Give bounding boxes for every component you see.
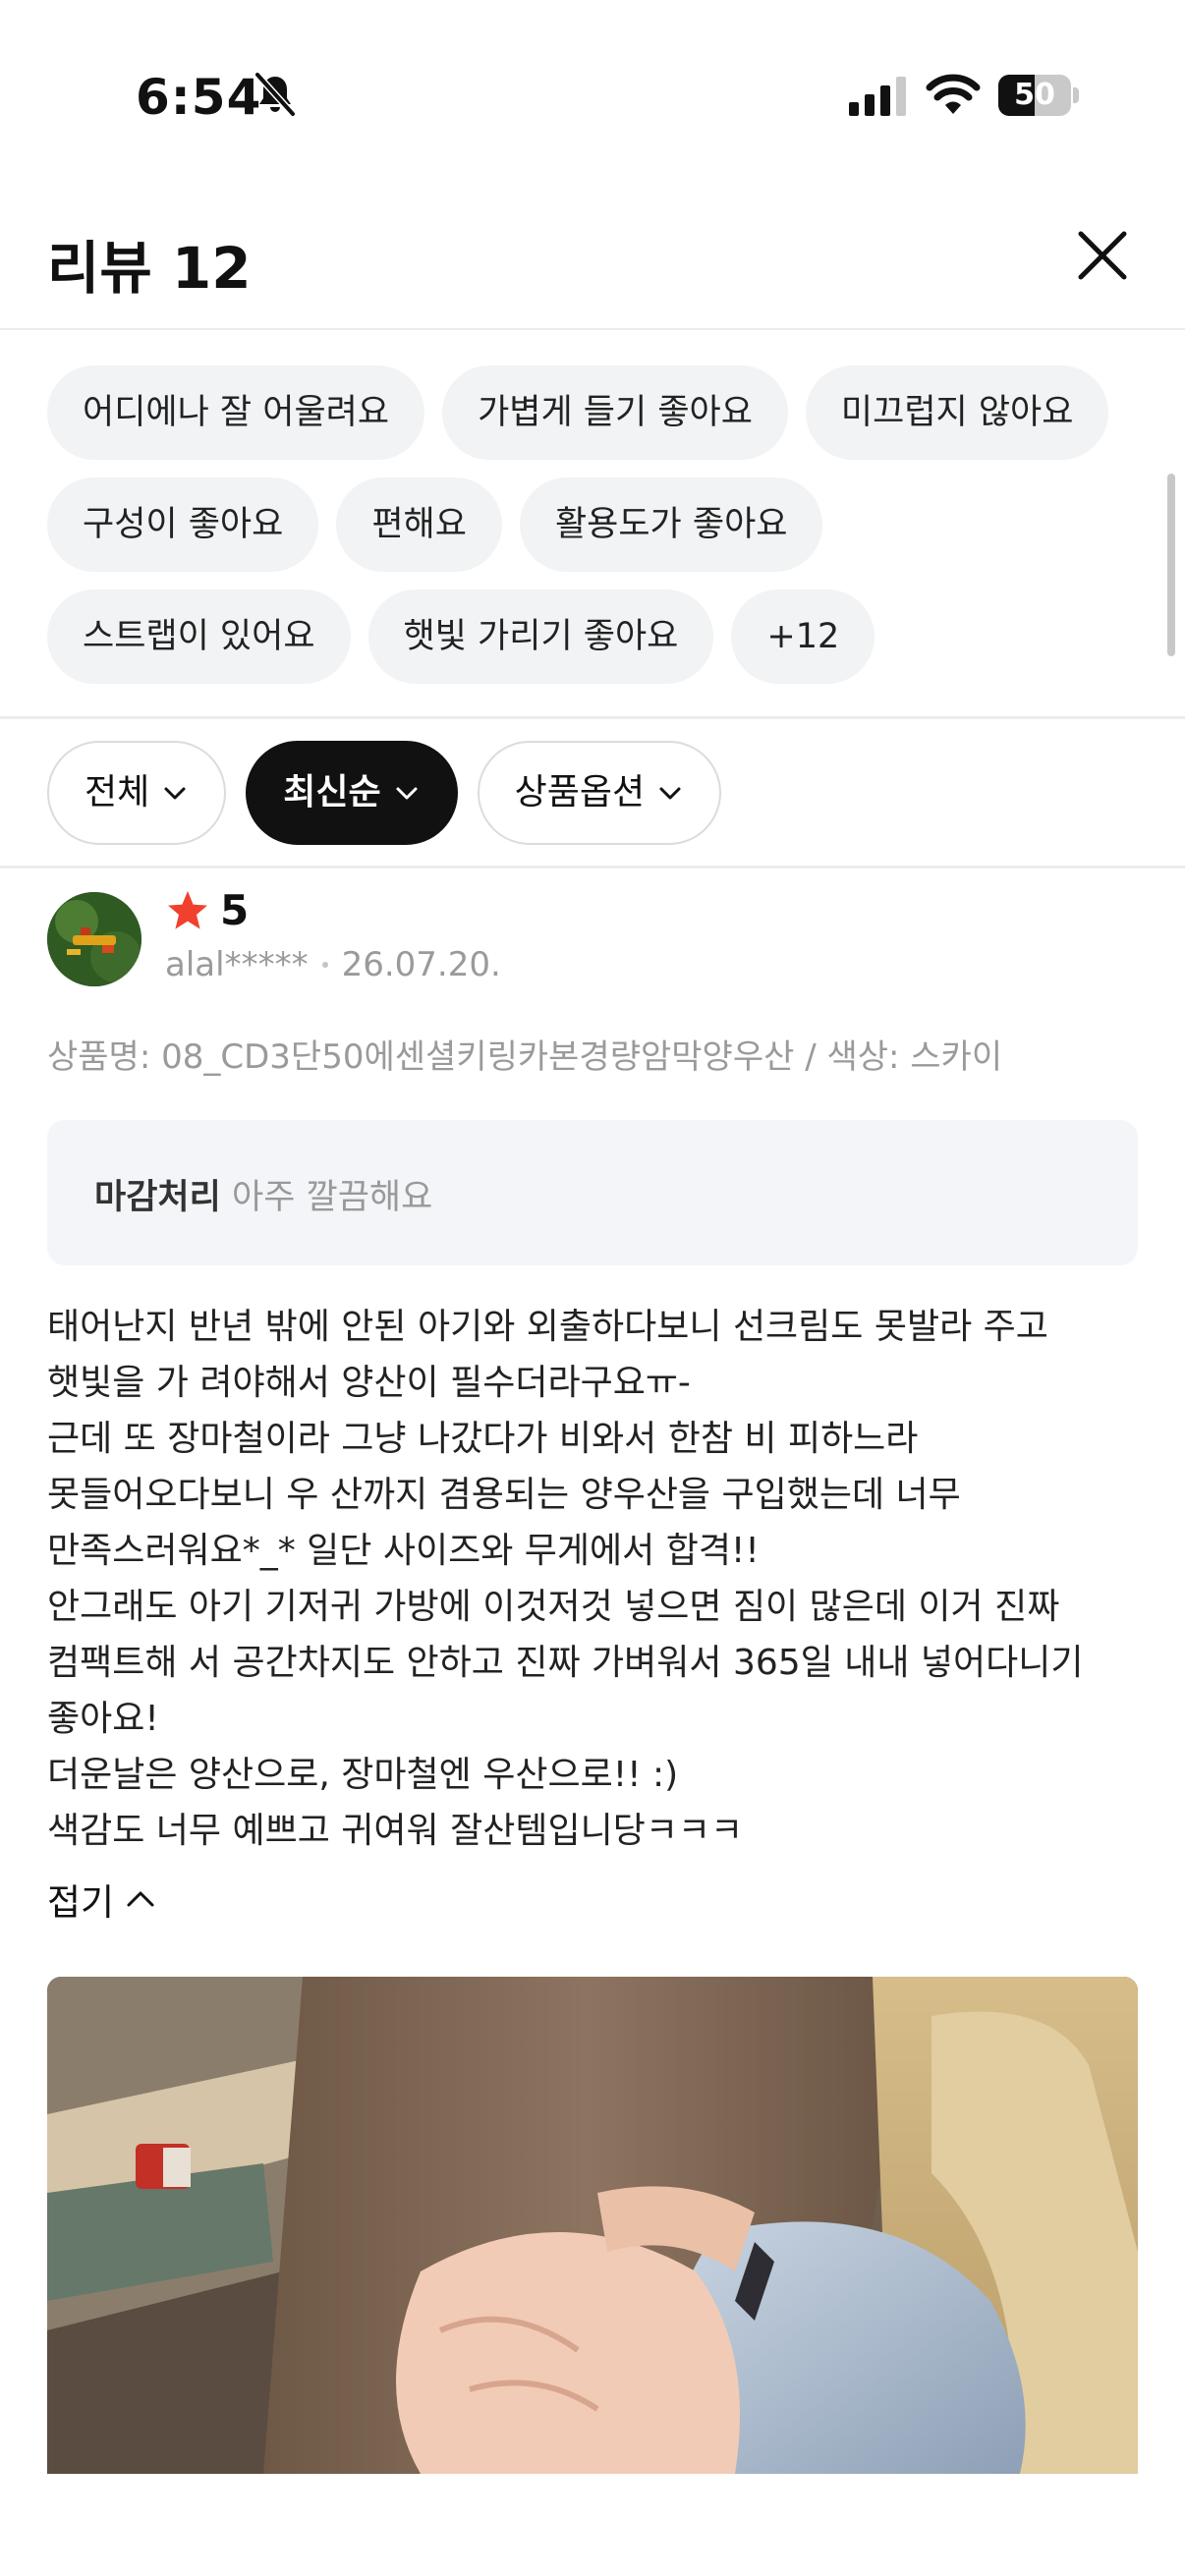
- keyword-chip[interactable]: 구성이 좋아요: [47, 477, 319, 572]
- filter-all-label: 전체: [85, 772, 150, 812]
- keyword-chips: 어디에나 잘 어울려요 가볍게 들기 좋아요 미끄럽지 않아요 구성이 좋아요 …: [47, 365, 1128, 684]
- product-option-button[interactable]: 상품옵션: [477, 741, 722, 845]
- review-text-line: 태어난지 반년 밖에 안된 아기와 외출하다보니 선크림도 못발라 주고: [47, 1307, 1048, 1347]
- chevron-down-icon: [164, 787, 186, 800]
- review-text-line: 만족스러워요*_* 일단 사이즈와 무게에서 합격!!: [47, 1531, 760, 1571]
- status-time: 6:54: [136, 69, 262, 126]
- review-photo-image: [47, 1977, 1138, 2474]
- review-text-line: 햇빛을 가 려야해서 양산이 필수더라구요ㅠ-: [47, 1363, 691, 1403]
- product-option-text: 상품명: 08_CD3단50에센셜키링카본경량암막양우산 / 색상: 스카이: [47, 1037, 1003, 1077]
- fold-label: 접기: [47, 1881, 115, 1924]
- keyword-chip[interactable]: 스트랩이 있어요: [47, 589, 351, 684]
- bell-mute-icon: [254, 72, 296, 117]
- divider: [0, 716, 1185, 719]
- review-text-line: 좋아요!: [47, 1699, 159, 1739]
- highlight-label: 마감처리: [94, 1178, 221, 1217]
- highlight-value: 아주 깔끔해요: [232, 1178, 433, 1217]
- keyword-chip[interactable]: 활용도가 좋아요: [519, 477, 823, 572]
- page-title: 리뷰 12: [47, 235, 252, 302]
- close-icon[interactable]: [1073, 226, 1132, 285]
- keyword-chip[interactable]: 어디에나 잘 어울려요: [47, 365, 425, 460]
- rating-row: 5: [165, 886, 249, 934]
- review-text-line: 색감도 너무 예쁘고 귀여워 잘산템입니당ㅋㅋㅋ: [47, 1811, 744, 1851]
- star-icon: [168, 890, 207, 929]
- review-date: 26.07.20.: [341, 945, 501, 984]
- fold-button[interactable]: 접기: [47, 1873, 157, 1926]
- battery-level: 50: [1014, 78, 1055, 112]
- review-text-line: 못들어오다보니 우 산까지 겸용되는 양우산을 구입했는데 너무: [47, 1475, 961, 1515]
- filter-all-button[interactable]: 전체: [47, 741, 227, 845]
- scrollbar[interactable]: [1167, 474, 1175, 656]
- chevron-down-icon: [396, 787, 418, 800]
- rating-value: 5: [220, 886, 250, 934]
- sort-label: 최신순: [283, 772, 381, 812]
- battery-cap: [1073, 87, 1079, 103]
- review-text-line: 컴팩트해 서 공간차지도 안하고 진짜 가벼워서 365일 내내 넣어다니기: [47, 1643, 1084, 1683]
- avatar[interactable]: [47, 892, 141, 986]
- sort-button[interactable]: 최신순: [246, 741, 458, 845]
- review-text-line: 안그래도 아기 기저귀 가방에 이것저것 넣으면 짐이 많은데 이거 진짜: [47, 1587, 1060, 1627]
- status-bar: 6:54 50: [0, 0, 1185, 187]
- filter-bar: 전체 최신순 상품옵션: [47, 741, 722, 845]
- wifi-icon: [926, 74, 981, 114]
- battery-body: 50: [998, 75, 1071, 116]
- keyword-chip[interactable]: 미끄럽지 않아요: [805, 365, 1109, 460]
- review-photo[interactable]: [47, 1977, 1138, 2474]
- battery-indicator: 50: [998, 75, 1079, 116]
- keyword-chip[interactable]: 햇빛 가리기 좋아요: [367, 589, 714, 684]
- review-text-line: 근데 또 장마철이라 그냥 나갔다가 비와서 한참 비 피하느라: [47, 1419, 919, 1459]
- avatar-image: [47, 892, 141, 986]
- more-keywords-chip[interactable]: +12: [731, 589, 875, 684]
- reviewer-name: alal*****: [165, 945, 309, 984]
- product-option-label: 상품옵션: [514, 772, 646, 812]
- divider: [0, 866, 1185, 868]
- chevron-down-icon: [659, 787, 681, 800]
- keyword-chip[interactable]: 편해요: [336, 477, 502, 572]
- keyword-chip[interactable]: 가볍게 들기 좋아요: [442, 365, 788, 460]
- review-body: 태어난지 반년 밖에 안된 아기와 외출하다보니 선크림도 못발라 주고 햇빛을…: [47, 1299, 1157, 1859]
- review-highlight: 마감처리 아주 깔끔해요: [47, 1120, 1138, 1265]
- review-header: 리뷰 12: [0, 193, 1185, 330]
- review-meta: alal***** 26.07.20.: [165, 945, 501, 984]
- separator-dot: [321, 962, 328, 968]
- cellular-signal-icon: [849, 77, 906, 116]
- chevron-up-icon: [127, 1891, 154, 1907]
- review-text-line: 더운날은 양산으로, 장마철엔 우산으로!! :): [47, 1755, 679, 1795]
